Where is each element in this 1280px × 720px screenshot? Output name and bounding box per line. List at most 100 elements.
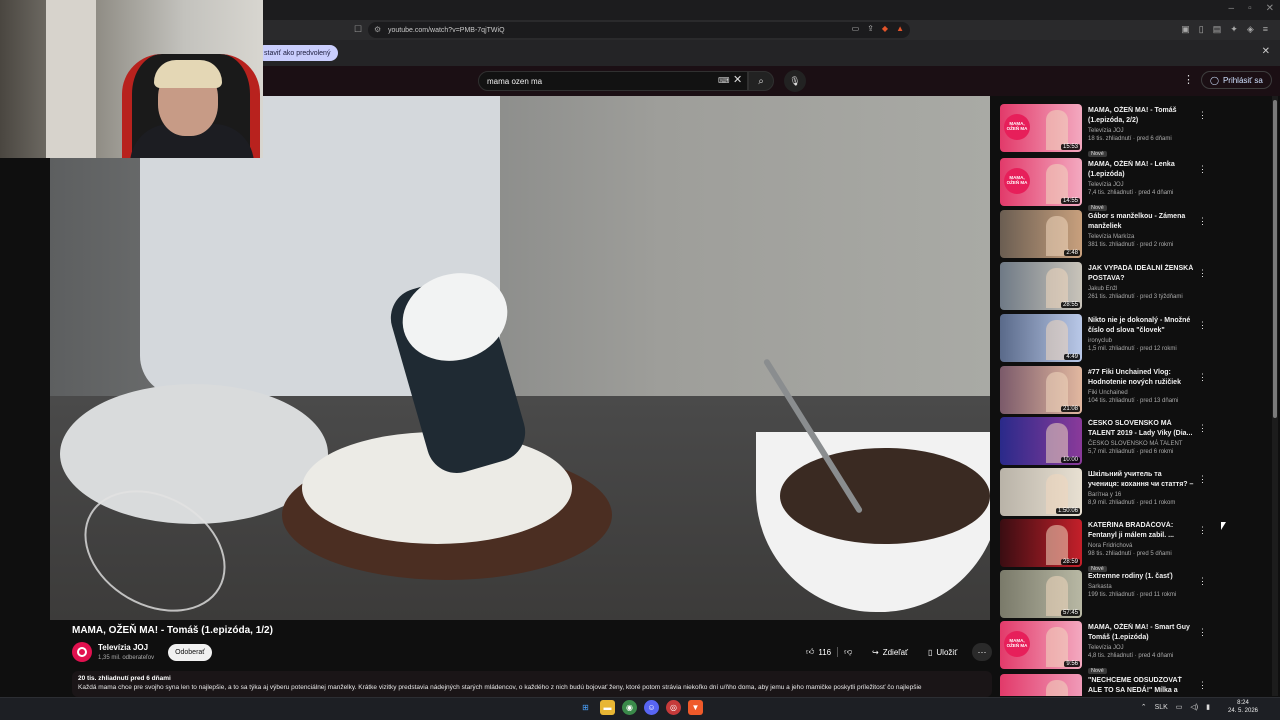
- like-button[interactable]: 👍︎ 116: [800, 647, 837, 657]
- channel-link[interactable]: Televízia JOJ: [1088, 128, 1194, 134]
- video-thumbnail[interactable]: 28:55: [1000, 262, 1082, 310]
- channel-name[interactable]: Televízia JOJ: [98, 643, 148, 652]
- settings-kebab-icon[interactable]: ⋮: [1183, 73, 1194, 86]
- video-thumbnail[interactable]: 2:48: [1000, 210, 1082, 258]
- sidebar-toggle-icon[interactable]: ▯: [1199, 24, 1204, 35]
- voice-search-button[interactable]: 🎙: [784, 70, 806, 92]
- recommendation-item[interactable]: 1:50:06 Шкільний учитель та учениця: коха…: [1000, 468, 1260, 518]
- video-thumbnail[interactable]: 21:08: [1000, 366, 1082, 414]
- video-thumbnail[interactable]: MAMA, OŽEŇ MA 9:56: [1000, 621, 1082, 669]
- item-menu-kebab-icon[interactable]: ⋮: [1198, 216, 1207, 227]
- video-title-link[interactable]: JAK VYPADÁ IDEÁLNÍ ŽENSKÁ POSTAVA?: [1088, 264, 1194, 284]
- language-indicator[interactable]: SLK: [1155, 704, 1168, 711]
- brave-shield-icon[interactable]: ◆: [882, 24, 888, 33]
- channel-link[interactable]: Televízia JOJ: [1088, 645, 1194, 651]
- taskbar-clock[interactable]: 8:24 24. 5. 2026: [1218, 699, 1268, 715]
- channel-link[interactable]: Вагітна у 16: [1088, 492, 1194, 498]
- channel-link[interactable]: ironyclub: [1088, 338, 1194, 344]
- video-title-link[interactable]: Extremne rodiny (1. časť): [1088, 572, 1194, 582]
- item-menu-kebab-icon[interactable]: ⋮: [1198, 164, 1207, 175]
- set-default-button[interactable]: staviť ako predvolený: [256, 45, 339, 61]
- item-menu-kebab-icon[interactable]: ⋮: [1198, 474, 1207, 485]
- site-info-icon[interactable]: ⚙: [374, 25, 381, 34]
- menu-icon[interactable]: ≡: [1263, 24, 1268, 35]
- item-menu-kebab-icon[interactable]: ⋮: [1198, 576, 1207, 587]
- channel-link[interactable]: Nora Fridrichová: [1088, 543, 1194, 549]
- item-menu-kebab-icon[interactable]: ⋮: [1198, 525, 1207, 536]
- recommendation-item[interactable]: "NECHCEME ODSUDZOVAŤ ALE TO SA NEDÁ!" Mí…: [1000, 674, 1260, 696]
- channel-link[interactable]: Fiki Unchained: [1088, 390, 1194, 396]
- channel-link[interactable]: Televízia Markíza: [1088, 234, 1194, 240]
- brave-icon[interactable]: ▼: [688, 700, 703, 715]
- rewards-icon[interactable]: ▲: [896, 24, 904, 33]
- video-thumbnail[interactable]: 4:49: [1000, 314, 1082, 362]
- video-title-link[interactable]: Gábor s manželkou - Zámena manželiek: [1088, 212, 1194, 232]
- recommendation-item[interactable]: MAMA, OŽEŇ MA 14:55 MAMA, OŽEŇ MA! - Lenka…: [1000, 158, 1260, 211]
- bookmark-icon[interactable]: ☐: [354, 24, 362, 35]
- video-title-link[interactable]: Шкільний учитель та учениця: кохання чи …: [1088, 470, 1194, 490]
- recommendation-item[interactable]: MAMA, OŽEŇ MA 9:56 MAMA, OŽEŇ MA! - Smart …: [1000, 621, 1260, 674]
- channel-link[interactable]: Televízia JOJ: [1088, 182, 1194, 188]
- video-title-link[interactable]: MAMA, OŽEŇ MA! - Lenka (1.epizóda): [1088, 160, 1194, 180]
- more-actions-button[interactable]: ···: [972, 643, 992, 661]
- video-thumbnail[interactable]: 28:59: [1000, 519, 1082, 567]
- channel-link[interactable]: Sarkasta: [1088, 584, 1194, 590]
- steam-icon[interactable]: ◎: [666, 700, 681, 715]
- vpn-icon[interactable]: ◈: [1247, 24, 1254, 35]
- file-explorer-icon[interactable]: ▬: [600, 700, 615, 715]
- scrollbar-thumb[interactable]: [1273, 100, 1277, 418]
- video-thumbnail[interactable]: 1:50:06: [1000, 468, 1082, 516]
- volume-icon[interactable]: ◁): [1190, 703, 1198, 711]
- chrome-icon[interactable]: ◉: [622, 700, 637, 715]
- recommendation-item[interactable]: 21:08 #77 Fiki Unchained Vlog: Hodnotenie…: [1000, 366, 1260, 416]
- description-box[interactable]: 20 tis. zhliadnutí pred 6 dňami Každá ma…: [72, 671, 992, 697]
- tray-chevron-icon[interactable]: ⌃: [1141, 703, 1147, 711]
- video-title-link[interactable]: #77 Fiki Unchained Vlog: Hodnotenie nový…: [1088, 368, 1194, 388]
- recommendation-item[interactable]: 10:00 ČESKO SLOVENSKO MÁ TALENT 2019 - La…: [1000, 417, 1260, 467]
- search-input[interactable]: mama ozen ma: [478, 71, 748, 91]
- close-window-button[interactable]: ✕: [1266, 3, 1274, 14]
- maximize-button[interactable]: ▫: [1248, 3, 1252, 14]
- video-title-link[interactable]: MAMA, OŽEŇ MA! - Smart Guy Tomáš (1.epiz…: [1088, 623, 1194, 643]
- close-icon[interactable]: ✕: [1262, 46, 1270, 57]
- subscribe-button[interactable]: Odoberať: [168, 644, 212, 661]
- item-menu-kebab-icon[interactable]: ⋮: [1198, 110, 1207, 121]
- leo-icon[interactable]: ✦: [1230, 24, 1238, 35]
- channel-link[interactable]: ČESKO SLOVENSKO MÁ TALENT: [1088, 441, 1194, 447]
- discord-icon[interactable]: ☺: [644, 700, 659, 715]
- search-button[interactable]: ⌕: [748, 71, 774, 91]
- share-button[interactable]: ↪ Zdieľať: [872, 643, 908, 661]
- share-page-icon[interactable]: ⇪: [867, 24, 874, 33]
- video-thumbnail[interactable]: MAMA, OŽEŇ MA 14:55: [1000, 158, 1082, 206]
- item-menu-kebab-icon[interactable]: ⋮: [1198, 268, 1207, 279]
- video-title-link[interactable]: KATEŘINA BRADÁČOVÁ: Fentanyl ji málem za…: [1088, 521, 1194, 541]
- clear-search-icon[interactable]: ✕: [733, 73, 742, 86]
- wallet-icon[interactable]: ▣: [1181, 24, 1190, 35]
- video-thumbnail[interactable]: 57:45: [1000, 570, 1082, 618]
- minimize-button[interactable]: –: [1229, 3, 1235, 14]
- tabs-icon[interactable]: ▤: [1213, 24, 1222, 35]
- video-title-link[interactable]: MAMA, OŽEŇ MA! - Tomáš (1.epizóda, 2/2): [1088, 106, 1194, 126]
- video-thumbnail[interactable]: MAMA, OŽEŇ MA 15:53: [1000, 104, 1082, 152]
- recommendation-item[interactable]: 4:49 Nikto nie je dokonalý - Množné číslo…: [1000, 314, 1260, 364]
- recommendation-item[interactable]: MAMA, OŽEŇ MA 15:53 MAMA, OŽEŇ MA! - Tomáš…: [1000, 104, 1260, 157]
- video-player[interactable]: [50, 96, 990, 620]
- video-title-link[interactable]: ČESKO SLOVENSKO MÁ TALENT 2019 - Lady Vi…: [1088, 419, 1194, 439]
- item-menu-kebab-icon[interactable]: ⋮: [1198, 680, 1207, 691]
- video-title-link[interactable]: "NECHCEME ODSUDZOVAŤ ALE TO SA NEDÁ!" Mí…: [1088, 676, 1194, 696]
- keyboard-icon[interactable]: ⌨: [718, 76, 730, 85]
- recommendation-item[interactable]: 28:55 JAK VYPADÁ IDEÁLNÍ ŽENSKÁ POSTAVA? J…: [1000, 262, 1260, 312]
- item-menu-kebab-icon[interactable]: ⋮: [1198, 423, 1207, 434]
- video-thumbnail[interactable]: [1000, 674, 1082, 696]
- battery-icon[interactable]: ▮: [1206, 703, 1210, 711]
- channel-link[interactable]: Jakub Enžl: [1088, 286, 1194, 292]
- address-bar[interactable]: ⚙ youtube.com/watch?v=PMB-7qjTWiQ ▭ ⇪ ◆ …: [368, 22, 910, 38]
- item-menu-kebab-icon[interactable]: ⋮: [1198, 320, 1207, 331]
- signin-button[interactable]: ◯ Prihlásiť sa: [1201, 71, 1272, 89]
- item-menu-kebab-icon[interactable]: ⋮: [1198, 372, 1207, 383]
- dislike-button[interactable]: 👎︎: [837, 647, 858, 657]
- recommendation-item[interactable]: 57:45 Extremne rodiny (1. časť) Sarkasta 19…: [1000, 570, 1260, 620]
- save-button[interactable]: ▯ Uložiť: [928, 643, 957, 661]
- cast-icon[interactable]: ▭: [852, 24, 860, 33]
- item-menu-kebab-icon[interactable]: ⋮: [1198, 627, 1207, 638]
